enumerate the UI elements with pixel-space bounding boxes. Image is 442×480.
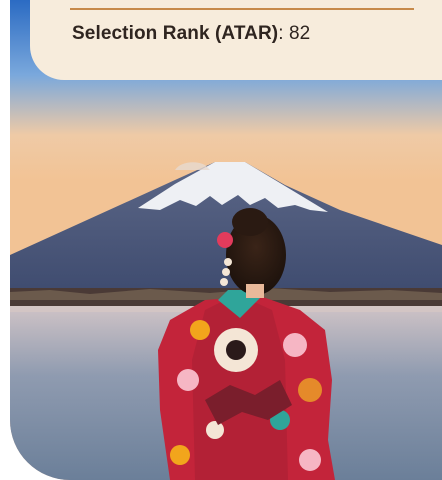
divider-rule [70, 8, 414, 10]
selection-rank-value: 82 [288, 23, 311, 44]
selection-rank-label: Selection Rank (ATAR) [72, 23, 279, 44]
page: Selection Rank (ATAR): 82 [0, 0, 442, 480]
label-separator: : [278, 23, 284, 44]
info-card: Selection Rank (ATAR): 82 [30, 0, 442, 80]
selection-rank-text: Selection Rank (ATAR): 82 [72, 23, 310, 45]
